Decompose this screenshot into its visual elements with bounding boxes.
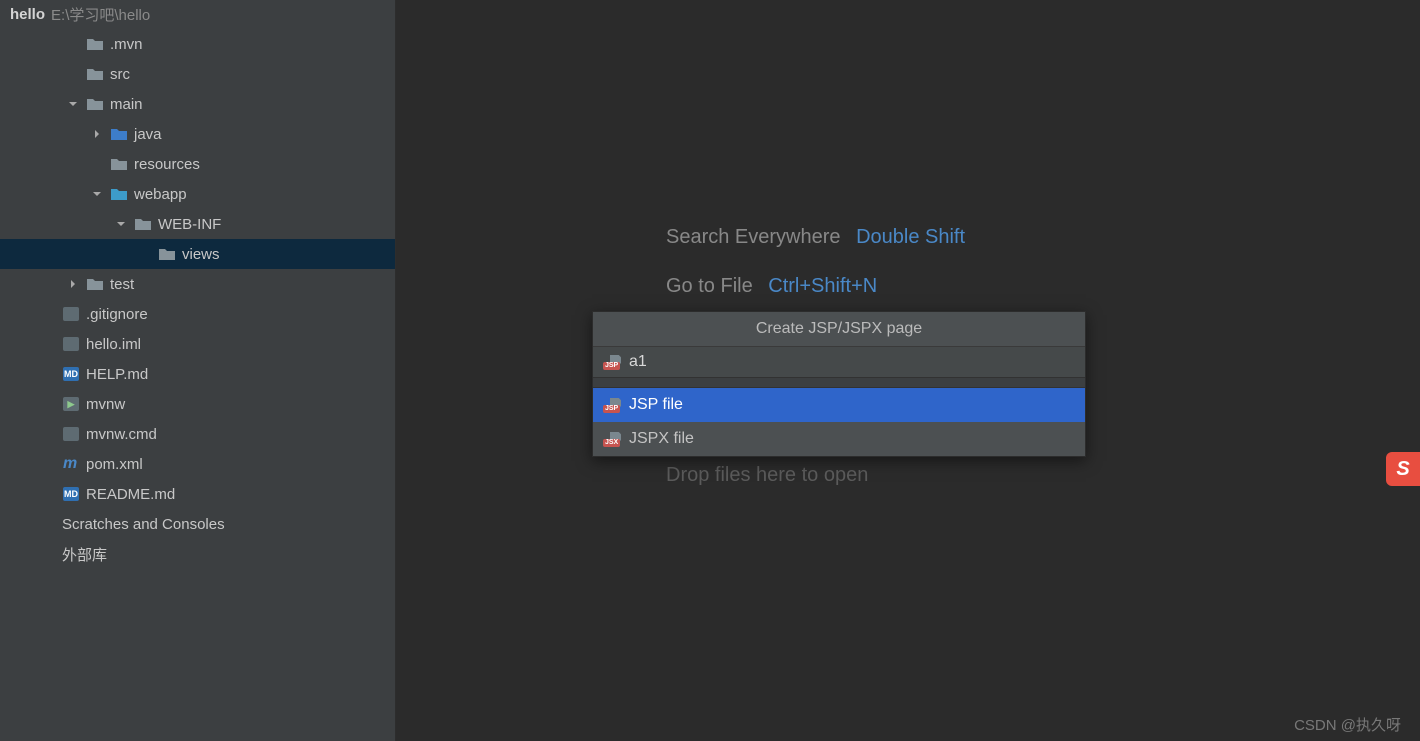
expand-arrow-icon: [42, 367, 56, 381]
tree-item[interactable]: test: [0, 269, 395, 299]
tree-item-label: README.md: [86, 486, 175, 503]
folder-icon: [86, 67, 104, 82]
expand-arrow-icon: [42, 337, 56, 351]
editor-hints: Search Everywhere Double Shift Go to Fil…: [666, 226, 965, 324]
folder-icon: [158, 247, 176, 262]
tree-item-label: HELP.md: [86, 366, 148, 383]
tree-item-label: java: [134, 126, 162, 143]
file-icon: [62, 427, 80, 442]
expand-arrow-icon: [42, 307, 56, 321]
tree-item[interactable]: .gitignore: [0, 299, 395, 329]
tree-item-label: resources: [134, 156, 200, 173]
jsp-icon: JSP: [603, 398, 621, 413]
expand-arrow-icon: [66, 67, 80, 81]
folder-icon: [86, 97, 104, 112]
expand-arrow-icon[interactable]: [66, 277, 80, 291]
folder-icon: [86, 37, 104, 52]
popup-option[interactable]: JSP JSP file: [593, 388, 1085, 422]
side-badge[interactable]: S: [1386, 452, 1420, 486]
tree-item[interactable]: Scratches and Consoles: [0, 509, 395, 539]
file-git-icon: [62, 307, 80, 322]
popup-title: Create JSP/JSPX page: [593, 312, 1085, 347]
file-m-icon: m: [62, 457, 80, 472]
popup-separator: [593, 378, 1085, 388]
popup-option[interactable]: JSX JSPX file: [593, 422, 1085, 456]
tree-item-label: mvnw: [86, 396, 125, 413]
tree-item[interactable]: MD README.md: [0, 479, 395, 509]
tree-item-label: webapp: [134, 186, 187, 203]
expand-arrow-icon: [138, 247, 152, 261]
drop-files-hint: Drop files here to open: [666, 464, 868, 487]
project-path: E:\学习吧\hello: [51, 4, 150, 25]
filename-input[interactable]: [629, 353, 1075, 371]
tree-item[interactable]: 外部库: [0, 539, 395, 569]
folder-blue-icon: [110, 127, 128, 142]
watermark: CSDN @执久呀: [1294, 714, 1401, 735]
none-icon: [38, 517, 56, 532]
expand-arrow-icon: [66, 37, 80, 51]
hint-goto-file: Go to File Ctrl+Shift+N: [666, 275, 965, 298]
file-sh-icon: ▶: [62, 397, 80, 412]
folder-web-icon: [110, 187, 128, 202]
expand-arrow-icon: [18, 517, 32, 531]
tree-item[interactable]: webapp: [0, 179, 395, 209]
tree-item[interactable]: java: [0, 119, 395, 149]
file-md-icon: MD: [62, 367, 80, 382]
folder-icon: [134, 217, 152, 232]
expand-arrow-icon: [42, 427, 56, 441]
tree-item-label: pom.xml: [86, 456, 143, 473]
tree-item-label: .gitignore: [86, 306, 148, 323]
tree-item[interactable]: mvnw.cmd: [0, 419, 395, 449]
project-tree: .mvn src main java resources webapp WEB-…: [0, 29, 395, 569]
tree-item[interactable]: MD HELP.md: [0, 359, 395, 389]
expand-arrow-icon: [18, 547, 32, 561]
tree-item[interactable]: WEB-INF: [0, 209, 395, 239]
popup-option-label: JSPX file: [629, 430, 694, 448]
tree-item-label: src: [110, 66, 130, 83]
tree-item-label: main: [110, 96, 143, 113]
project-sidebar: hello E:\学习吧\hello .mvn src main java re…: [0, 0, 396, 741]
jsx-icon: JSX: [603, 432, 621, 447]
tree-item[interactable]: resources: [0, 149, 395, 179]
none-icon: [38, 547, 56, 562]
popup-option-label: JSP file: [629, 396, 683, 414]
popup-input-row[interactable]: JSP: [593, 347, 1085, 378]
tree-item-label: hello.iml: [86, 336, 141, 353]
create-file-popup: Create JSP/JSPX page JSP JSP JSP file JS…: [592, 311, 1086, 457]
folder-icon: [86, 277, 104, 292]
tree-item-label: mvnw.cmd: [86, 426, 157, 443]
tree-item-label: Scratches and Consoles: [62, 516, 225, 533]
expand-arrow-icon[interactable]: [66, 97, 80, 111]
hint-search-everywhere: Search Everywhere Double Shift: [666, 226, 965, 249]
tree-item[interactable]: m pom.xml: [0, 449, 395, 479]
expand-arrow-icon[interactable]: [90, 127, 104, 141]
file-md-icon: MD: [62, 487, 80, 502]
popup-options: JSP JSP file JSX JSPX file: [593, 388, 1085, 456]
project-header: hello E:\学习吧\hello: [0, 2, 395, 29]
project-name: hello: [10, 6, 45, 23]
jsp-icon: JSP: [603, 355, 621, 370]
expand-arrow-icon: [90, 157, 104, 171]
expand-arrow-icon[interactable]: [90, 187, 104, 201]
editor-area: Search Everywhere Double Shift Go to Fil…: [396, 0, 1420, 741]
expand-arrow-icon: [42, 457, 56, 471]
tree-item-label: WEB-INF: [158, 216, 221, 233]
folder-res-icon: [110, 157, 128, 172]
tree-item-label: .mvn: [110, 36, 143, 53]
tree-item[interactable]: main: [0, 89, 395, 119]
expand-arrow-icon[interactable]: [114, 217, 128, 231]
tree-item-label: 外部库: [62, 544, 107, 565]
tree-item[interactable]: views: [0, 239, 395, 269]
tree-item-label: views: [182, 246, 220, 263]
tree-item[interactable]: src: [0, 59, 395, 89]
expand-arrow-icon: [42, 487, 56, 501]
tree-item-label: test: [110, 276, 134, 293]
file-icon: [62, 337, 80, 352]
expand-arrow-icon: [42, 397, 56, 411]
tree-item[interactable]: ▶ mvnw: [0, 389, 395, 419]
tree-item[interactable]: .mvn: [0, 29, 395, 59]
tree-item[interactable]: hello.iml: [0, 329, 395, 359]
